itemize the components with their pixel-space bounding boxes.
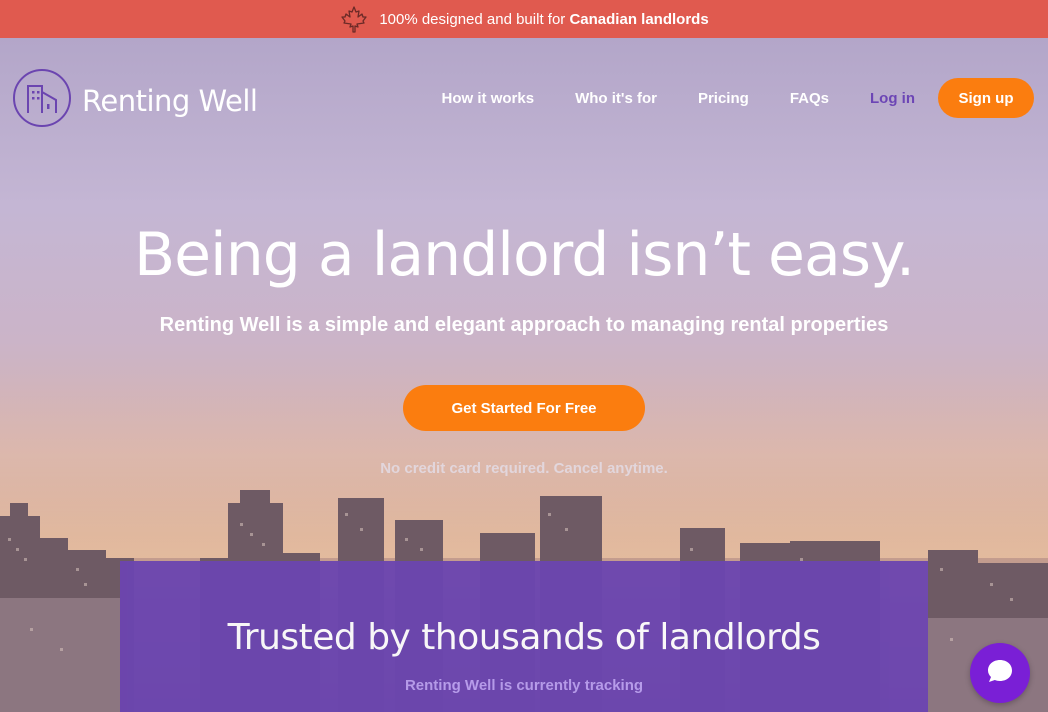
hero-headline: Being a landlord isn’t easy. — [133, 220, 915, 290]
buildings-logo-icon — [12, 68, 72, 133]
top-banner: 100% designed and built for Canadian lan… — [0, 0, 1048, 38]
chat-widget-button[interactable] — [970, 643, 1030, 703]
login-link[interactable]: Log in — [870, 90, 915, 107]
banner-highlight: Canadian landlords — [569, 10, 709, 28]
chat-bubble-icon — [985, 656, 1015, 691]
top-navigation: Renting Well How it works Who it's for P… — [0, 38, 1048, 148]
trusted-subtitle: Renting Well is currently tracking — [404, 677, 644, 694]
hero-subheadline: Renting Well is a simple and elegant app… — [159, 314, 889, 336]
trusted-title: Trusted by thousands of landlords — [227, 617, 821, 658]
nav-links: How it works Who it's for Pricing FAQs L… — [442, 78, 1034, 118]
hero-section: Renting Well How it works Who it's for P… — [0, 38, 1048, 712]
brand-logo[interactable]: Renting Well — [12, 68, 258, 133]
nav-how-it-works[interactable]: How it works — [442, 90, 535, 107]
trusted-section: Trusted by thousands of landlords Rentin… — [120, 561, 928, 712]
get-started-button[interactable]: Get Started For Free — [403, 385, 645, 431]
signup-button[interactable]: Sign up — [938, 78, 1034, 118]
nav-faqs[interactable]: FAQs — [790, 90, 829, 107]
nav-who-its-for[interactable]: Who it's for — [575, 90, 657, 107]
no-credit-card-note: No credit card required. Cancel anytime. — [380, 460, 668, 477]
nav-pricing[interactable]: Pricing — [698, 90, 749, 107]
maple-leaf-icon — [339, 4, 369, 34]
banner-text: 100% designed and built for Canadian lan… — [379, 10, 709, 28]
brand-name: Renting Well — [82, 83, 258, 118]
